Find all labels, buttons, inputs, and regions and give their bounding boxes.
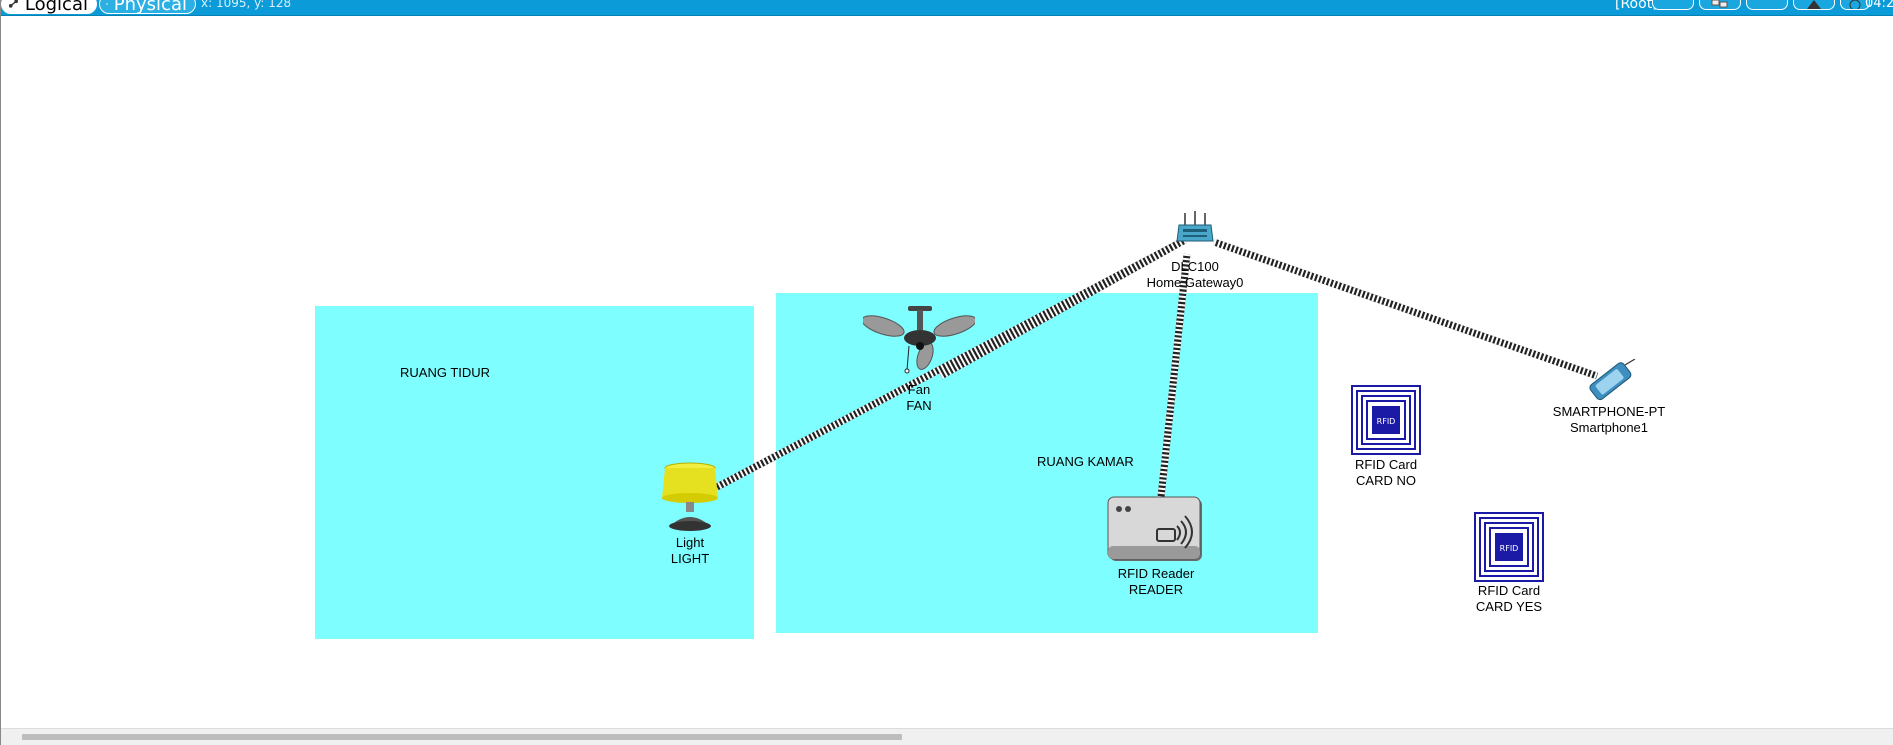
- logical-view-label: Logical: [24, 0, 88, 15]
- smartphone-icon[interactable]: [1581, 359, 1639, 401]
- card-no-label[interactable]: RFID Card CARD NO: [1355, 457, 1417, 489]
- light-label[interactable]: Light LIGHT: [671, 535, 709, 567]
- card-yes-name: CARD YES: [1475, 599, 1543, 614]
- new-cluster-button[interactable]: [1699, 0, 1741, 10]
- logical-view-icon: [8, 0, 18, 8]
- phone-model: SMARTPHONE-PT: [1552, 404, 1666, 419]
- home-gateway-icon[interactable]: [1175, 211, 1215, 245]
- physical-view-label: Physical: [113, 0, 187, 15]
- logical-canvas[interactable]: RUANG TIDUR RUANG KAMAR DLC100 Home Gate…: [1, 16, 1893, 728]
- rfid-card-icon: RFID: [1351, 385, 1421, 455]
- rfid-card-yes-icon[interactable]: RFID: [1474, 512, 1544, 582]
- fan-name: FAN: [906, 398, 932, 413]
- card-yes-label[interactable]: RFID Card CARD YES: [1476, 583, 1542, 615]
- rfid-reader-icon[interactable]: [1107, 496, 1205, 564]
- horizontal-scrollbar[interactable]: [1, 728, 1893, 745]
- simulation-clock: 04:2: [1865, 0, 1893, 11]
- move-object-button[interactable]: [1746, 0, 1788, 10]
- physical-view-icon: [106, 3, 108, 5]
- gateway-label[interactable]: DLC100 Home Gateway0: [1147, 259, 1244, 291]
- globe-icon: [1849, 0, 1861, 9]
- reader-label[interactable]: RFID Reader READER: [1118, 566, 1195, 598]
- ceiling-fan-icon[interactable]: [863, 304, 975, 376]
- card-no-chip-text: RFID: [1377, 417, 1396, 426]
- fan-model: Fan: [907, 382, 931, 397]
- light-model: Light: [675, 535, 705, 550]
- mountain-icon: [1807, 0, 1821, 9]
- light-name: LIGHT: [670, 551, 710, 566]
- gateway-name: Home Gateway0: [1146, 275, 1244, 290]
- lamp-icon[interactable]: [660, 462, 720, 534]
- card-no-name: CARD NO: [1356, 473, 1416, 488]
- set-background-button[interactable]: [1793, 0, 1835, 10]
- card-no-model: RFID Card: [1354, 457, 1418, 472]
- cursor-coordinates: x: 1095, y: 128: [201, 0, 292, 10]
- link-gateway-phone: [1212, 238, 1599, 380]
- phone-label[interactable]: SMARTPHONE-PT Smartphone1: [1553, 404, 1665, 436]
- rfid-card-no-icon[interactable]: RFID: [1351, 385, 1421, 455]
- packet-tracer-workspace: Logical Physical x: 1095, y: 128 [Root] …: [0, 0, 1893, 745]
- card-yes-model: RFID Card: [1477, 583, 1541, 598]
- physical-view-tab[interactable]: Physical: [99, 0, 196, 15]
- cluster-icon: [1711, 0, 1728, 8]
- fan-label[interactable]: Fan FAN: [906, 382, 931, 414]
- back-button[interactable]: [1652, 0, 1694, 10]
- reader-name: READER: [1128, 582, 1184, 597]
- scrollbar-thumb[interactable]: [22, 734, 902, 740]
- phone-name: Smartphone1: [1569, 420, 1649, 435]
- gateway-model: DLC100: [1171, 259, 1219, 274]
- rfid-card-icon: RFID: [1474, 512, 1544, 582]
- card-yes-chip-text: RFID: [1500, 544, 1519, 553]
- reader-model: RFID Reader: [1117, 566, 1195, 581]
- workspace-toolbar: Logical Physical x: 1095, y: 128 [Root] …: [1, 0, 1893, 16]
- logical-view-tab[interactable]: Logical: [1, 0, 97, 15]
